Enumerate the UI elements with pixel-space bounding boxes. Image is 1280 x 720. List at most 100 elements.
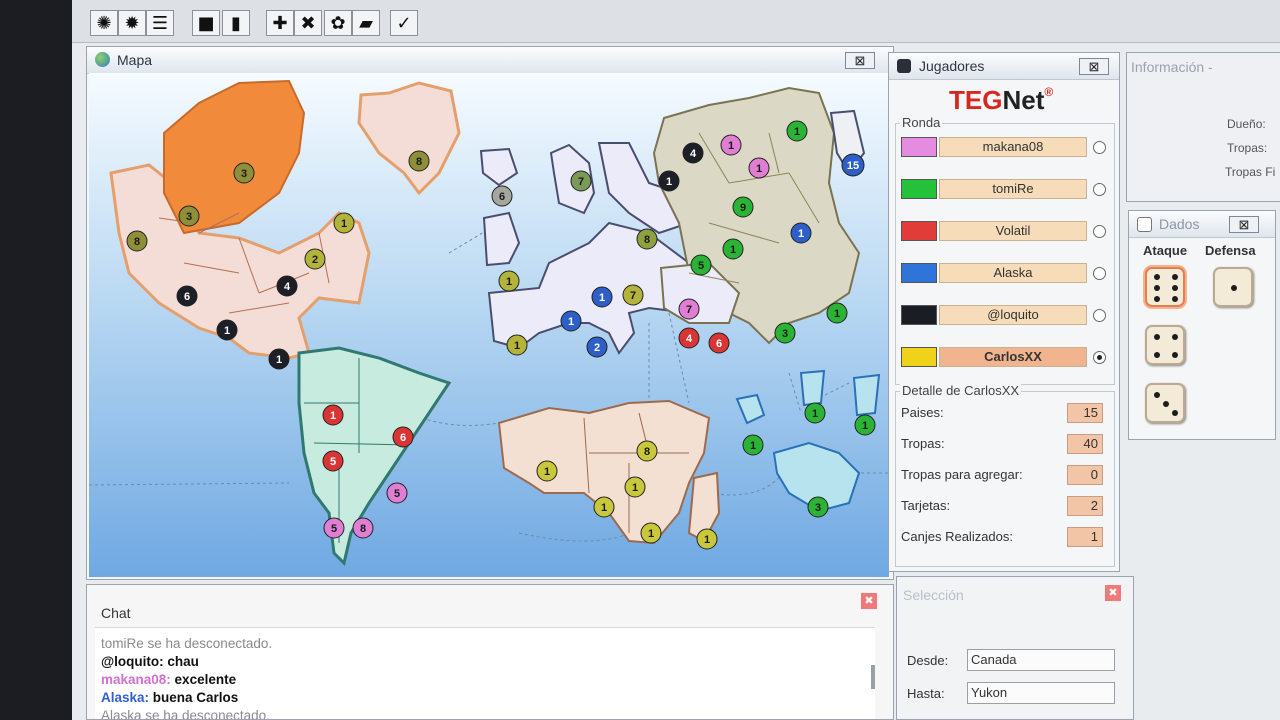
army-marker[interactable]: 15 (841, 153, 865, 177)
die-pip (1154, 352, 1160, 358)
army-marker[interactable]: 5 (690, 254, 712, 276)
army-marker[interactable]: 4 (678, 327, 700, 349)
chat-close-button[interactable]: ✖ (861, 593, 877, 609)
check-icon[interactable]: ✓ (390, 10, 418, 36)
chat-username: @loquito: (101, 654, 164, 669)
list-icon[interactable]: ☰ (146, 10, 174, 36)
detail-list: Paises: 15 Tropas: 40 Tropas para agregar: 0 T… (889, 403, 1119, 563)
army-marker[interactable]: 6 (491, 185, 513, 207)
detail-row: Tarjetas: 2 (901, 496, 1111, 518)
army-marker[interactable]: 1 (333, 212, 355, 234)
army-marker[interactable]: 6 (708, 332, 730, 354)
army-marker[interactable]: 8 (636, 440, 658, 462)
army-marker[interactable]: 6 (392, 426, 414, 448)
player-row[interactable]: CarlosXX (901, 345, 1111, 371)
from-field[interactable]: Canada (967, 649, 1115, 671)
army-marker[interactable]: 3 (178, 205, 200, 227)
army-count: 15 (847, 160, 859, 172)
army-marker[interactable]: 1 (826, 302, 848, 324)
army-count: 1 (730, 244, 736, 256)
player-row[interactable]: Volatil (901, 219, 1111, 245)
army-marker[interactable]: 1 (506, 334, 528, 356)
player-radio[interactable] (1093, 183, 1106, 196)
army-marker[interactable]: 1 (216, 319, 238, 341)
army-marker[interactable]: 5 (323, 517, 345, 539)
player-radio[interactable] (1093, 225, 1106, 238)
army-marker[interactable]: 1 (742, 434, 764, 456)
map-canvas: 33812641186718111724111115911574 63116555… (88, 73, 889, 577)
army-marker[interactable]: 7 (678, 298, 700, 320)
army-marker[interactable]: 8 (126, 230, 148, 252)
army-marker[interactable]: 3 (807, 496, 829, 518)
army-marker[interactable]: 5 (322, 450, 344, 472)
player-row[interactable]: @loquito (901, 303, 1111, 329)
army-marker[interactable]: 1 (854, 414, 876, 436)
army-marker[interactable]: 8 (636, 228, 658, 250)
army-marker[interactable]: 8 (408, 150, 430, 172)
card-icon[interactable]: ▰ (352, 10, 380, 36)
refresh-icon[interactable]: ✿ (324, 10, 352, 36)
map-close-button[interactable]: ⊠ (845, 52, 875, 69)
chat-scrollbar[interactable] (871, 665, 875, 689)
army-marker[interactable]: 3 (774, 322, 796, 344)
army-marker[interactable]: 1 (268, 348, 290, 370)
army-marker[interactable]: 5 (386, 482, 408, 504)
army-marker[interactable]: 1 (790, 222, 812, 244)
player-radio[interactable] (1093, 309, 1106, 322)
players-close-button[interactable]: ⊠ (1079, 58, 1109, 75)
army-marker[interactable]: 1 (498, 270, 520, 292)
army-marker[interactable]: 1 (536, 460, 558, 482)
army-marker[interactable]: 1 (322, 404, 344, 426)
logo-net: Net (1002, 85, 1045, 115)
army-count: 1 (341, 218, 347, 230)
player-radio[interactable] (1093, 141, 1106, 154)
army-marker[interactable]: 4 (276, 275, 298, 297)
army-count: 3 (782, 328, 788, 340)
chat-messages: tomiRe se ha desconectado. @loquito: chau… (101, 635, 272, 719)
army-marker[interactable]: 1 (696, 528, 718, 550)
window-icon[interactable]: ■ (192, 10, 220, 36)
globe-icon[interactable]: ✺ (90, 10, 118, 36)
player-row[interactable]: tomiRe (901, 177, 1111, 203)
player-row[interactable]: Alaska (901, 261, 1111, 287)
army-marker[interactable]: 7 (622, 284, 644, 306)
players-panel: Jugadores ⊠ TEGNet® Ronda makana08 tomiRe… (888, 52, 1120, 572)
toolbar: ✺ ✹ ☰ ■ ▮ ✚ ✖ ✿ ▰ ✓ (72, 0, 1280, 43)
player-name: tomiRe (939, 179, 1087, 199)
army-marker[interactable]: 1 (624, 476, 646, 498)
army-marker[interactable]: 8 (352, 517, 374, 539)
plus-icon[interactable]: ✚ (266, 10, 294, 36)
detail-label: Tarjetas: (901, 498, 951, 513)
army-marker[interactable]: 1 (658, 170, 680, 192)
army-marker[interactable]: 4 (682, 142, 704, 164)
army-marker[interactable]: 1 (560, 310, 582, 332)
flag-icon[interactable]: ▮ (222, 10, 250, 36)
army-marker[interactable]: 1 (593, 496, 615, 518)
player-row[interactable]: makana08 (901, 135, 1111, 161)
army-count: 1 (704, 534, 710, 546)
army-count: 7 (686, 304, 692, 316)
army-marker[interactable]: 1 (720, 134, 742, 156)
army-count: 4 (284, 281, 291, 293)
army-count: 8 (134, 236, 140, 248)
player-radio[interactable] (1093, 351, 1106, 364)
army-marker[interactable]: 9 (732, 196, 754, 218)
cross-icon[interactable]: ✖ (294, 10, 322, 36)
army-marker[interactable]: 1 (748, 157, 770, 179)
info-title: Información - (1131, 59, 1213, 75)
army-marker[interactable]: 6 (176, 285, 198, 307)
army-marker[interactable]: 3 (233, 162, 255, 184)
army-marker[interactable]: 7 (570, 170, 592, 192)
army-marker[interactable]: 1 (786, 120, 808, 142)
army-marker[interactable]: 2 (586, 336, 608, 358)
army-marker[interactable]: 2 (304, 248, 326, 270)
detail-label: Detalle de CarlosXX (900, 383, 1022, 398)
army-marker[interactable]: 1 (640, 522, 662, 544)
selection-close-button[interactable]: ✖ (1105, 585, 1121, 601)
player-radio[interactable] (1093, 267, 1106, 280)
army-marker[interactable]: 1 (722, 238, 744, 260)
army-marker[interactable]: 1 (804, 402, 826, 424)
to-field[interactable]: Yukon (967, 682, 1115, 704)
army-marker[interactable]: 1 (591, 286, 613, 308)
gear-icon[interactable]: ✹ (118, 10, 146, 36)
